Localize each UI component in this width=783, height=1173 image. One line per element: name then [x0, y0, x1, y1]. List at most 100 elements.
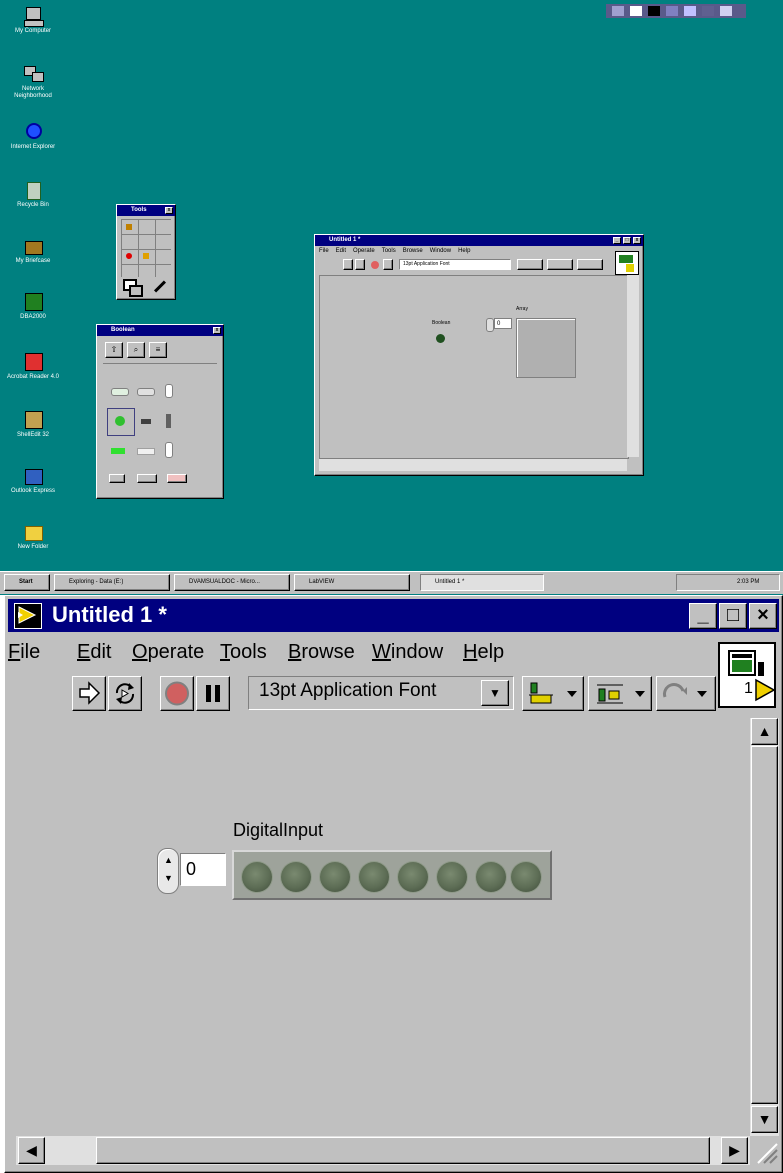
vi-titlebar: Untitled 1 * _ □ ×	[8, 599, 779, 632]
connector-pane-icon[interactable]: 1	[718, 642, 776, 708]
small-front-panel[interactable]: Boolean Array 0	[319, 275, 629, 459]
acrobat-reader-icon[interactable]: Acrobat Reader 4.0	[4, 352, 62, 381]
increment-arrow-icon[interactable]: ▲	[164, 855, 173, 865]
dba-icon[interactable]: DBA2000	[4, 292, 62, 321]
distribute-objects-icon	[597, 684, 645, 704]
led-5[interactable]	[437, 862, 467, 892]
waveform-icon	[728, 650, 756, 676]
menu-help[interactable]: Help	[463, 641, 504, 664]
small-vi-menubar[interactable]: File Edit Operate Tools Browse Window Help	[315, 246, 643, 256]
pause-icon	[206, 685, 220, 702]
scroll-up-icon[interactable]: ▲	[751, 718, 778, 745]
led-6[interactable]	[476, 862, 506, 892]
icon-label: My Briefcase	[15, 258, 51, 264]
boolean-controls-grid[interactable]	[103, 363, 217, 492]
small-vi-titlebar: Untitled 1 * _ □ x	[315, 235, 643, 246]
palette-up-icon[interactable]: ⇧	[105, 342, 123, 358]
led-1[interactable]	[281, 862, 311, 892]
empty-array[interactable]	[516, 318, 576, 378]
menu-file[interactable]: File	[8, 641, 40, 664]
recycle-bin-icon[interactable]: Recycle Bin	[4, 180, 62, 209]
tools-palette-title: Tools x	[117, 205, 175, 216]
scroll-left-icon[interactable]: ◀	[18, 1137, 45, 1164]
run-continuously-icon	[115, 683, 135, 704]
vertical-scrollbar[interactable]: ▲ ▼	[750, 718, 779, 1136]
size-grip[interactable]	[750, 1136, 779, 1165]
internet-explorer-icon[interactable]: Internet Explorer	[4, 122, 62, 151]
digital-input-label: DigitalInput	[233, 820, 324, 840]
font-ring[interactable]: 13pt Application Font ▼	[248, 676, 514, 710]
run-button[interactable]	[72, 676, 106, 711]
icon-label: Acrobat Reader 4.0	[6, 374, 60, 380]
align-objects-button[interactable]	[522, 676, 584, 711]
distribute-objects-button[interactable]	[588, 676, 652, 711]
icon-label: Outlook Express	[10, 488, 56, 494]
decrement-arrow-icon[interactable]: ▼	[164, 873, 173, 883]
icon-label: New Folder	[17, 544, 49, 550]
controls-palette[interactable]: Boolean x ⇧ ⌕ ≡	[96, 324, 224, 499]
menubar: File Edit Operate Tools Browse Window He…	[8, 638, 714, 672]
close-button[interactable]: ×	[749, 603, 777, 629]
array-index-stepper[interactable]: ▲ ▼	[157, 848, 179, 894]
icon-label: ShellEdit 32	[16, 432, 50, 438]
my-briefcase-icon[interactable]: My Briefcase	[4, 236, 62, 265]
horizontal-scrollbar[interactable]: ◀ ▶	[16, 1136, 750, 1165]
my-computer-icon[interactable]: My Computer	[4, 6, 62, 35]
small-vi-toolbar[interactable]: 13pt Application Font	[343, 259, 611, 271]
menu-edit[interactable]: Edit	[77, 641, 111, 664]
horizontal-scroll-thumb[interactable]	[96, 1137, 710, 1164]
font-ring-dropdown-icon[interactable]: ▼	[481, 680, 509, 706]
window-title: Untitled 1 *	[52, 602, 167, 627]
small-vi-window[interactable]: Untitled 1 * _ □ x File Edit Operate Tools Bro…	[314, 234, 644, 476]
taskbar-item-untitled[interactable]: Untitled 1 *	[420, 574, 544, 591]
menu-browse[interactable]: Browse	[288, 641, 355, 664]
outlook-express-icon[interactable]: Outlook Express	[4, 466, 62, 495]
menu-tools[interactable]: Tools	[220, 641, 267, 664]
network-neighborhood-icon[interactable]: Network Neighborhood	[4, 64, 62, 100]
pause-button[interactable]	[196, 676, 230, 711]
led-4[interactable]	[398, 862, 428, 892]
taskbar-item-labview[interactable]: LabVIEW	[294, 574, 410, 591]
small-hscroll[interactable]	[319, 459, 627, 471]
new-folder-icon[interactable]: New Folder	[4, 522, 62, 551]
boolean-led[interactable]	[436, 334, 445, 343]
front-panel[interactable]: DigitalInput ▲ ▼ 0	[16, 718, 750, 1136]
reorder-icon	[663, 683, 707, 698]
small-vscroll[interactable]	[627, 275, 639, 457]
minimize-button[interactable]: _	[689, 603, 717, 629]
taskbar: Start Exploring - Data (E:) DVAMSUALDOC …	[0, 571, 783, 594]
shell-icon[interactable]: ShellEdit 32	[4, 410, 62, 439]
led-0[interactable]	[242, 862, 272, 892]
tools-palette[interactable]: Tools x	[116, 204, 176, 300]
palette-options-icon[interactable]: ≡	[149, 342, 167, 358]
vertical-scroll-thumb[interactable]	[751, 746, 778, 1104]
controls-palette-title: Boolean x	[97, 325, 223, 336]
run-continuously-button[interactable]	[108, 676, 142, 711]
index-display[interactable]: 0	[494, 318, 512, 329]
menu-window[interactable]: Window	[372, 641, 443, 664]
array-label: Array	[516, 306, 528, 312]
desktop-screenshot: My Computer Network Neighborhood Interne…	[0, 0, 783, 595]
small-connector-icon	[615, 251, 639, 275]
abort-button[interactable]	[160, 676, 194, 711]
system-tray-clock: 2:03 PM	[676, 574, 780, 591]
taskbar-item-exploring[interactable]: Exploring - Data (E:)	[54, 574, 170, 591]
icon-label: Network Neighborhood	[14, 86, 52, 99]
led-3[interactable]	[359, 862, 389, 892]
menu-operate[interactable]: Operate	[132, 641, 204, 664]
taskbar-item-word[interactable]: DVAMSUALDOC - Micro...	[174, 574, 290, 591]
small-font-ring[interactable]: 13pt Application Font	[399, 259, 511, 270]
scroll-down-icon[interactable]: ▼	[751, 1106, 778, 1133]
icon-label: DBA2000	[20, 314, 46, 320]
run-arrow-icon	[79, 681, 101, 705]
maximize-button[interactable]: □	[719, 603, 747, 629]
index-stepper[interactable]	[486, 318, 494, 332]
start-button[interactable]: Start	[4, 574, 50, 591]
reorder-button[interactable]	[656, 676, 716, 711]
array-index-display[interactable]: 0	[180, 853, 226, 886]
palette-search-icon[interactable]: ⌕	[127, 342, 145, 358]
led-7[interactable]	[511, 862, 541, 892]
connector-number: 1	[744, 680, 753, 697]
led-2[interactable]	[320, 862, 350, 892]
scroll-right-icon[interactable]: ▶	[721, 1137, 748, 1164]
